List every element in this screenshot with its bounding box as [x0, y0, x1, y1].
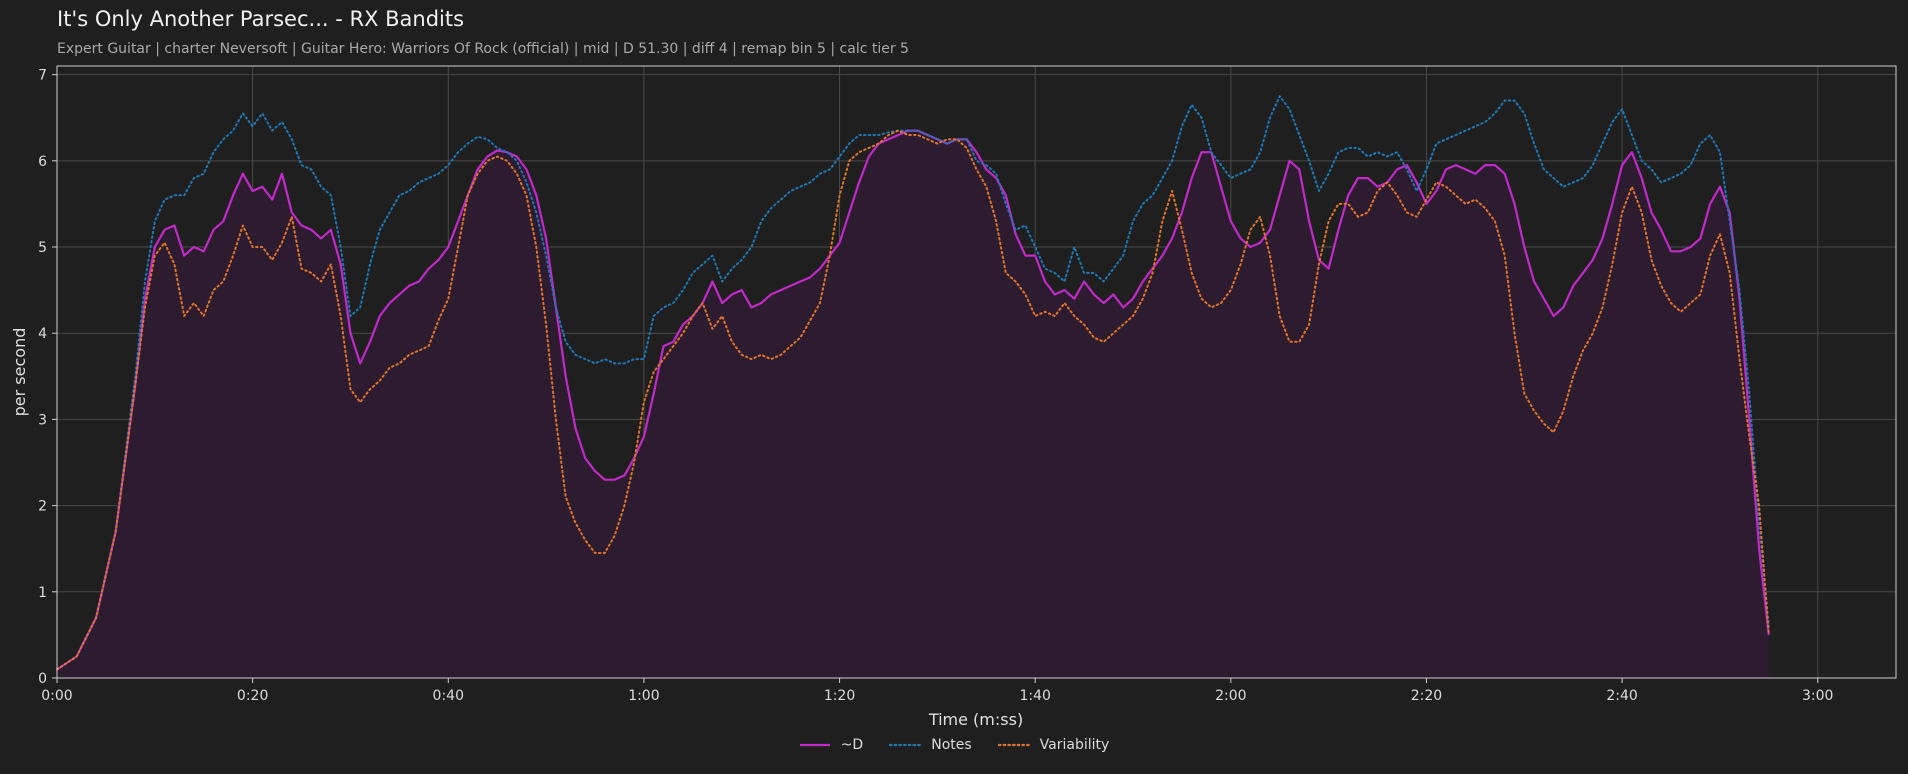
legend-swatch	[799, 743, 830, 747]
line-chart: 0:00 0:20 0:40 1:00 1:20 1:40 2:00 2:20 2:40 3:00…	[10, 65, 1897, 729]
y-axis-ticks: 0 1 2 3 4 5 6 7	[38, 68, 57, 687]
legend-label: ~D	[840, 737, 864, 753]
x-tick-label: 0:00	[41, 688, 72, 704]
x-tick-label: 2:20	[1411, 688, 1442, 704]
y-tick-label: 2	[38, 499, 47, 515]
x-axis-ticks: 0:00 0:20 0:40 1:00 1:20 1:40 2:00 2:20 2:40 3:00	[41, 678, 1833, 704]
legend-swatch	[997, 743, 1030, 747]
legend-label: Variability	[1039, 737, 1110, 753]
legend-label: Notes	[931, 737, 972, 753]
x-axis-label: Time (m:ss)	[928, 710, 1023, 729]
y-tick-label: 0	[38, 671, 47, 687]
y-tick-label: 7	[38, 68, 47, 84]
y-tick-label: 4	[38, 326, 47, 342]
x-tick-label: 0:40	[433, 688, 464, 704]
x-tick-label: 1:40	[1019, 688, 1050, 704]
y-tick-label: 5	[38, 240, 47, 256]
y-tick-label: 3	[38, 412, 47, 428]
legend-item: ~D	[799, 737, 864, 753]
x-tick-label: 2:40	[1606, 688, 1637, 704]
x-tick-label: 1:20	[824, 688, 855, 704]
x-tick-label: 2:00	[1215, 688, 1246, 704]
x-tick-label: 3:00	[1802, 688, 1833, 704]
x-tick-label: 0:20	[237, 688, 268, 704]
x-tick-label: 1:00	[628, 688, 659, 704]
y-tick-label: 6	[38, 154, 47, 170]
y-tick-label: 1	[38, 585, 47, 601]
legend-swatch	[889, 743, 922, 747]
legend-item: Notes	[889, 737, 972, 753]
legend-item: Variability	[997, 737, 1110, 753]
y-axis-label: per second	[10, 328, 29, 417]
legend: ~D Notes Variability	[0, 737, 1908, 753]
